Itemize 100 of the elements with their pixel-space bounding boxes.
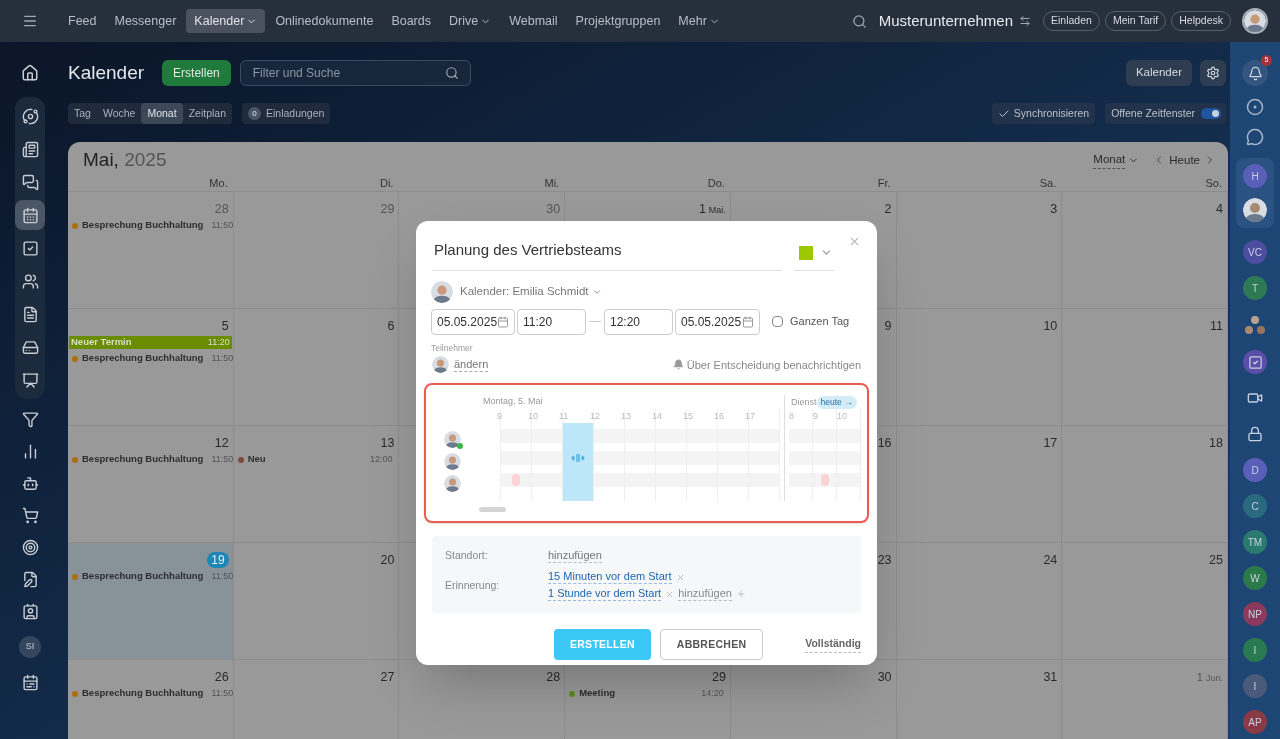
- cancel-button[interactable]: ABBRECHEN: [659, 629, 764, 660]
- calendar-selector[interactable]: Kalender: Emilia Schmidt: [460, 282, 603, 301]
- day-number: 1 Mai.: [698, 200, 726, 218]
- title-field[interactable]: Planung des Vertriebsteams: [432, 235, 782, 271]
- nav-tab[interactable]: Messenger: [106, 9, 185, 33]
- search-field[interactable]: Filter und Suche: [239, 60, 471, 86]
- contact-avatar[interactable]: I: [1243, 638, 1267, 662]
- day-number: 31: [1043, 668, 1058, 686]
- add-reminder-link[interactable]: hinzufügen: [678, 587, 732, 601]
- day-number: 10: [1043, 317, 1058, 335]
- nav-tab[interactable]: Boards: [383, 9, 439, 33]
- weekday-label: Mo.: [208, 175, 229, 191]
- day-cell[interactable]: 3: [896, 192, 1063, 309]
- reminder-link[interactable]: 15 Minuten vor dem Start: [548, 570, 672, 584]
- event-title[interactable]: Besprechung Buchhaltung: [82, 686, 204, 701]
- day-cell[interactable]: 20: [233, 543, 400, 660]
- day-cell[interactable]: 25: [1062, 543, 1228, 660]
- weekday-label: Sa.: [1038, 175, 1058, 191]
- calendar-button[interactable]: Kalender: [1125, 60, 1192, 86]
- day-number: 27: [380, 668, 395, 686]
- day-cell[interactable]: 12 Besprechung Buchhaltung 11:50: [68, 426, 234, 543]
- contact-avatar[interactable]: D: [1243, 458, 1267, 482]
- contact-avatar[interactable]: AP: [1243, 710, 1267, 734]
- day-number: 30: [546, 200, 561, 218]
- sync-button[interactable]: Synchronisieren: [991, 103, 1096, 124]
- event-bar[interactable]: Neuer Termin 11:20: [69, 336, 232, 349]
- day-cell[interactable]: 28 Besprechung Buchhaltung 11:50: [68, 192, 234, 309]
- nav-tab[interactable]: Feed: [60, 9, 105, 33]
- day-cell[interactable]: 19 Besprechung Buchhaltung 11:50: [68, 543, 234, 660]
- view-tab[interactable]: Monat: [141, 103, 183, 124]
- start-date-field[interactable]: 05.05.2025: [431, 308, 515, 335]
- invitations-button[interactable]: 0 Einladungen: [242, 103, 331, 124]
- event-time: 11:50: [211, 351, 235, 365]
- create-button[interactable]: Erstellen: [162, 60, 231, 86]
- day-label: Montag, 5. Mai: [482, 395, 544, 409]
- event-time: 14:20: [701, 686, 725, 700]
- event-title[interactable]: Neu: [247, 452, 266, 467]
- day-number: 16: [877, 434, 892, 452]
- contact-avatar[interactable]: C: [1243, 494, 1267, 518]
- day-cell[interactable]: 18: [1062, 426, 1228, 543]
- weekday-label: Do.: [706, 175, 726, 191]
- view-tab[interactable]: Zeitplan: [182, 103, 232, 124]
- nav-tab[interactable]: Kalender: [186, 9, 266, 33]
- full-form-link[interactable]: Vollständig: [805, 636, 861, 653]
- notify-option[interactable]: Über Entscheidung benachrichtigen: [686, 356, 861, 373]
- event-title[interactable]: Meeting: [579, 686, 616, 701]
- day-number: 18: [1209, 434, 1223, 452]
- contact-avatar[interactable]: VC: [1243, 240, 1267, 264]
- nav-tab[interactable]: Drive: [441, 9, 500, 33]
- today-button[interactable]: Heute: [1169, 151, 1200, 169]
- day-cell[interactable]: 17: [896, 426, 1063, 543]
- nav-tab[interactable]: Mehr: [670, 9, 728, 33]
- day-number: 29: [380, 200, 395, 218]
- event-title[interactable]: Besprechung Buchhaltung: [82, 351, 204, 366]
- day-cell[interactable]: 11: [1062, 309, 1228, 426]
- contact-avatar[interactable]: I: [1243, 674, 1267, 698]
- event-title[interactable]: Besprechung Buchhaltung: [82, 452, 204, 467]
- contact-avatar[interactable]: NP: [1243, 602, 1267, 626]
- contact-avatar[interactable]: TM: [1243, 530, 1267, 554]
- contact-avatar[interactable]: W: [1243, 566, 1267, 590]
- day-number: 4: [1216, 200, 1223, 218]
- start-time-field[interactable]: 11:20: [517, 308, 586, 335]
- nav-tab[interactable]: Projektgruppen: [567, 9, 669, 33]
- end-time-field[interactable]: 12:20: [604, 308, 673, 335]
- day-number: 24: [1043, 551, 1058, 569]
- event-time: 11:50: [211, 218, 235, 232]
- event-time: 11:50: [211, 569, 235, 583]
- weekday-label: Mi.: [543, 175, 561, 191]
- day-number: 9: [884, 317, 892, 335]
- contact-avatar[interactable]: T: [1243, 276, 1267, 300]
- view-tab[interactable]: Woche: [96, 103, 142, 124]
- day-cell[interactable]: 5 Neuer Termin 11:20 Besprechung Buchhaltung 11:50: [68, 309, 234, 426]
- event-title[interactable]: Besprechung Buchhaltung: [82, 218, 204, 233]
- view-tab[interactable]: Tag: [68, 103, 97, 124]
- field-label: Erinnerung:: [445, 577, 501, 593]
- user-avatar[interactable]: SI: [19, 636, 41, 658]
- nav-tab[interactable]: Onlinedokumente: [267, 9, 382, 33]
- day-cell[interactable]: 29: [233, 192, 400, 309]
- day-cell[interactable]: 24: [896, 543, 1063, 660]
- day-cell[interactable]: 10: [896, 309, 1063, 426]
- reminder-link[interactable]: 1 Stunde vor dem Start: [548, 587, 662, 601]
- day-number: 12: [214, 434, 229, 452]
- contact-avatar[interactable]: H: [1243, 164, 1267, 188]
- day-cell[interactable]: 6: [233, 309, 400, 426]
- day-number: 17: [1043, 434, 1058, 452]
- today-chip[interactable]: heute →: [816, 395, 857, 409]
- nav-tab[interactable]: Webmail: [501, 9, 566, 33]
- day-number: 19: [207, 552, 229, 568]
- end-date-field[interactable]: 05.05.2025: [675, 308, 760, 335]
- day-cell[interactable]: 13 Neu 12:00: [233, 426, 400, 543]
- day-cell[interactable]: 4: [1062, 192, 1228, 309]
- event-title[interactable]: Besprechung Buchhaltung: [82, 569, 204, 584]
- open-slots-label: Offene Zeitfenster: [1111, 105, 1195, 121]
- hour-label: 17: [745, 410, 756, 424]
- view-dropdown[interactable]: Monat: [1093, 151, 1140, 170]
- hour-label: 8: [789, 410, 795, 424]
- change-link[interactable]: ändern: [454, 357, 489, 372]
- company-name[interactable]: Musterunternehmen: [878, 9, 1013, 33]
- all-day-label: Ganzen Tag: [790, 314, 850, 330]
- add-location-link[interactable]: hinzufügen: [548, 549, 602, 564]
